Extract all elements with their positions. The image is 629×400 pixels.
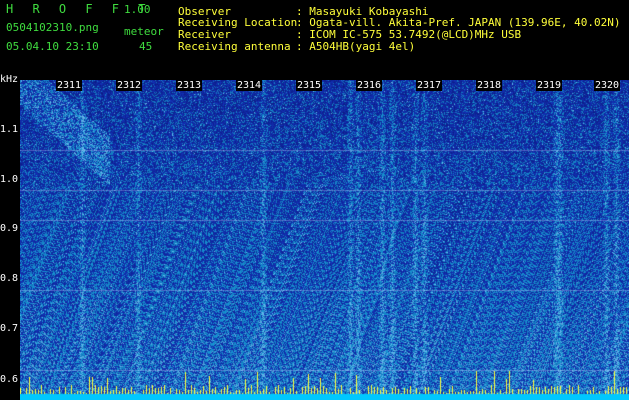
axis-tick-label: 1.0	[0, 174, 19, 185]
time-mark-label: 2317	[416, 80, 443, 91]
time-mark-label: 2315	[296, 80, 323, 91]
header-panel: H R O F F T 1.00 0504102310.png meteor 0…	[0, 0, 629, 80]
axis-unit-label: kHz	[0, 74, 19, 85]
detection-mode: meteor	[124, 25, 164, 38]
spectrogram-plot	[20, 80, 629, 400]
time-mark-label: 2320	[594, 80, 621, 91]
time-mark-label: 2313	[176, 80, 203, 91]
time-mark-label: 2318	[476, 80, 503, 91]
time-mark-label: 2312	[116, 80, 143, 91]
time-mark-label: 2319	[536, 80, 563, 91]
capture-datetime: 05.04.10 23:10	[6, 40, 99, 53]
antenna-label: Receiving antenna	[178, 40, 291, 53]
time-mark-label: 2314	[236, 80, 263, 91]
axis-tick-label: 0.8	[0, 273, 19, 284]
detection-count: 45	[139, 40, 153, 53]
axis-tick-label: 0.7	[0, 323, 19, 334]
axis-tick-label: 1.1	[0, 124, 19, 135]
file-name: 0504102310.png	[6, 21, 99, 34]
antenna-value: : A504HB(yagi 4el)	[296, 40, 416, 53]
axis-tick-label: 0.6	[0, 374, 19, 385]
time-mark-label: 2316	[356, 80, 383, 91]
axis-tick-label: 0.9	[0, 223, 19, 234]
app-version: 1.00	[124, 3, 151, 16]
time-mark-label: 2311	[56, 80, 83, 91]
frequency-axis: kHz 1.1 1.0 0.9 0.8 0.7 0.6	[0, 74, 20, 400]
